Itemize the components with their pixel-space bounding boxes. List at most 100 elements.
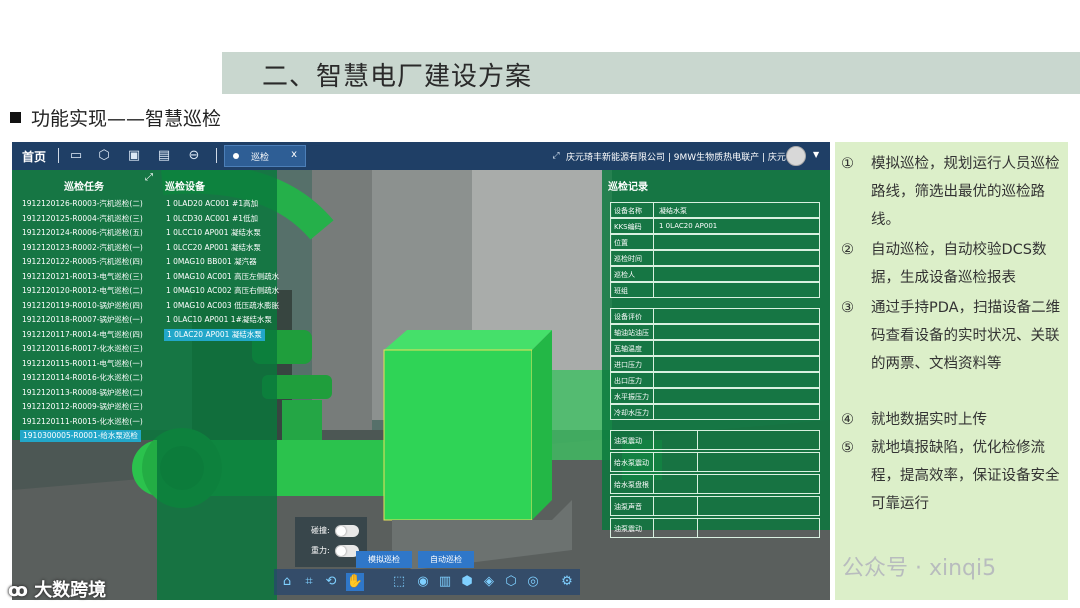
section-icon[interactable]: ▥ — [436, 573, 454, 591]
model-icon[interactable]: ⬢ — [458, 573, 476, 591]
device-list-item[interactable]: 1 0MAG10 AC003 低压疏水膨胀 — [166, 300, 279, 312]
device-list-item[interactable]: 1 0LAC10 AP001 1#凝结水泵 — [166, 314, 272, 326]
feature-item: ② 自动巡检，自动校验DCS数据，生成设备巡检报表 — [841, 236, 1063, 292]
device-list-item[interactable]: 1 0MAG10 AC002 高压右侧疏水 — [166, 285, 279, 297]
task-list-item[interactable]: 1912120125-R0004-汽机巡检(三) — [22, 213, 143, 225]
param-label: 瓦轴温度 — [614, 345, 642, 353]
device-list-item[interactable]: 1 0LCC10 AP001 凝结水泵 — [166, 227, 261, 239]
record-check-row: 油泵声音 — [610, 496, 820, 516]
task-list-item[interactable]: 1912120115-R0011-电气巡检(一) — [22, 358, 143, 370]
walk-icon[interactable]: ✋ — [346, 573, 364, 591]
scene-toolbar: ⌂ ⌗ ⟲ ✋ ⬚ ◉ ▥ ⬢ ◈ ⬡ ◎ ⚙ — [274, 569, 580, 595]
record-param-row: 冷却水压力 — [610, 404, 820, 420]
task-list-item[interactable]: 1912120114-R0016-化水巡检(二) — [22, 372, 143, 384]
device-list-item[interactable]: 1 0LCD30 AC001 #1低加 — [166, 213, 258, 225]
record-key: 位置 — [614, 239, 628, 247]
report-icon[interactable]: ▤ — [156, 148, 172, 164]
feature-description-panel: ① 模拟巡检，规划运行人员巡检路线，筛选出最优的巡检路线。 ② 自动巡检，自动校验DC… — [835, 142, 1068, 600]
home-icon[interactable]: ⌂ — [278, 573, 296, 591]
task-list-item[interactable]: 1912120119-R0010-锅炉巡检(四) — [22, 300, 143, 312]
collision-toggle[interactable] — [335, 525, 359, 537]
device-list-item[interactable]: 1 0LAD20 AC001 #1高加 — [166, 198, 258, 210]
device-list-item[interactable]: 1 0MAG10 BB001 凝汽器 — [166, 256, 257, 268]
chevron-down-icon[interactable]: ▼ — [813, 150, 819, 159]
bullet-square-icon — [10, 112, 21, 123]
rotate-icon[interactable]: ⟲ — [322, 573, 340, 591]
task-list-item[interactable]: 1912120122-R0005-汽机巡检(四) — [22, 256, 143, 268]
task-list-item[interactable]: 1912120120-R0012-电气巡检(二) — [22, 285, 143, 297]
record-info-row: KKS编码 1 0LAC20 AP001 — [610, 218, 820, 234]
record-key: 巡检时间 — [614, 255, 642, 263]
inspection-icon[interactable]: ▣ — [126, 148, 142, 164]
auto-inspection-button[interactable]: 自动巡检 — [418, 551, 474, 568]
cell-divider — [653, 389, 654, 403]
expand-icon[interactable]: ⤢ — [145, 172, 153, 183]
app-topbar: 首页 ▭ ⬡ ▣ ▤ ⊖ 巡检 x ⤢ 庆元琦丰新能源有限公司 | 9MW生物质… — [12, 142, 830, 170]
feature-number: ② — [841, 242, 854, 258]
cube-icon[interactable]: ⬡ — [96, 148, 112, 164]
cell-divider — [653, 203, 654, 217]
task-list-item[interactable]: 1912120112-R0009-锅炉巡检(三) — [22, 401, 143, 413]
param-label: 轴油站油压 — [614, 329, 649, 337]
record-check-row: 给水泵盘根 — [610, 474, 820, 494]
feature-item: ④ 就地数据实时上传 — [841, 406, 1063, 434]
record-value[interactable]: 1 0LAC20 AP001 — [659, 222, 717, 230]
record-info-row: 位置 — [610, 234, 820, 250]
device-list-item[interactable]: 1 0LCC20 AP001 凝结水泵 — [166, 242, 261, 254]
record-value[interactable]: 凝结水泵 — [659, 206, 687, 216]
task-list-item[interactable]: 1912120123-R0002-汽机巡检(一) — [22, 242, 143, 254]
frame-icon[interactable]: ⌗ — [300, 573, 318, 591]
cell-divider — [653, 267, 654, 281]
cell-divider — [697, 431, 698, 449]
record-param-row: 水平振压力 — [610, 388, 820, 404]
task-list-item[interactable]: 1912120118-R0007-锅炉巡检(一) — [22, 314, 143, 326]
tab-close-button[interactable]: x — [291, 149, 297, 160]
fullscreen-icon[interactable]: ⤢ — [548, 148, 564, 164]
slide-subtitle-row: 功能实现——智慧巡检 — [10, 104, 221, 131]
task-list-item[interactable]: 1912120113-R0008-锅炉巡检(二) — [22, 387, 143, 399]
home-link[interactable]: 首页 — [22, 148, 46, 165]
cube-outline-icon[interactable]: ⬡ — [502, 573, 520, 591]
slide-subtitle: 功能实现——智慧巡检 — [31, 108, 222, 130]
task-list-item[interactable]: 1912120111-R0015-化水巡检(一) — [22, 416, 143, 428]
task-list-item[interactable]: 1912120117-R0014-电气巡检(四) — [22, 329, 143, 341]
topbar-divider — [216, 148, 217, 163]
cell-divider — [653, 219, 654, 233]
device-list-item[interactable]: 1 0MAG10 AC001 高压左侧疏水 — [166, 271, 279, 283]
simulate-inspection-button[interactable]: 模拟巡检 — [356, 551, 412, 568]
check-label: 给水泵震动 — [614, 459, 649, 467]
check-label: 油泵震动 — [614, 437, 642, 445]
task-list-item[interactable]: 1910300005-R0001-给水泵巡检 — [20, 430, 141, 442]
box-icon[interactable]: ◈ — [480, 573, 498, 591]
record-key: 设备名称 — [614, 207, 642, 215]
task-list-item[interactable]: 1912120126-R0003-汽机巡检(二) — [22, 198, 143, 210]
watermark-left: ꝏ 大数跨境 — [8, 576, 106, 602]
cell-divider — [697, 519, 698, 537]
cell-divider — [653, 497, 654, 515]
cell-divider — [653, 283, 654, 297]
monitor-icon[interactable]: ▭ — [68, 148, 84, 164]
records-header: 巡检记录 — [608, 182, 648, 193]
tab-inspection[interactable]: 巡检 x — [224, 145, 306, 167]
task-list-item[interactable]: 1912120116-R0017-化水巡检(三) — [22, 343, 143, 355]
task-list-item[interactable]: 1912120121-R0013-电气巡检(三) — [22, 271, 143, 283]
cell-divider — [697, 497, 698, 515]
record-check-row: 油泵震动 — [610, 430, 820, 450]
zoom-icon[interactable]: ⊖ — [186, 148, 202, 164]
gravity-label: 重力: — [311, 546, 330, 555]
cell-divider — [653, 453, 654, 471]
measure-icon[interactable]: ◎ — [524, 573, 542, 591]
device-list-item[interactable]: 1 0LAC20 AP001 凝结水泵 — [164, 328, 265, 341]
collision-label: 碰撞: — [311, 526, 330, 535]
feature-item: ① 模拟巡检，规划运行人员巡检路线，筛选出最优的巡检路线。 — [841, 150, 1063, 234]
record-key: 班组 — [614, 287, 628, 295]
slide: 二、智慧电厂建设方案 功能实现——智慧巡检 首页 ▭ ⬡ ▣ ▤ ⊖ 巡检 x … — [0, 0, 1080, 608]
feature-text: 就地数据实时上传 — [871, 412, 987, 428]
select-box-icon[interactable]: ⬚ — [390, 573, 408, 591]
task-list-item[interactable]: 1912120124-R0006-汽机巡检(五) — [22, 227, 143, 239]
avatar[interactable] — [786, 146, 806, 166]
watermark-left-text: 大数跨境 — [34, 580, 107, 601]
eye-icon[interactable]: ◉ — [414, 573, 432, 591]
settings-icon[interactable]: ⚙ — [558, 573, 576, 591]
cell-divider — [653, 251, 654, 265]
